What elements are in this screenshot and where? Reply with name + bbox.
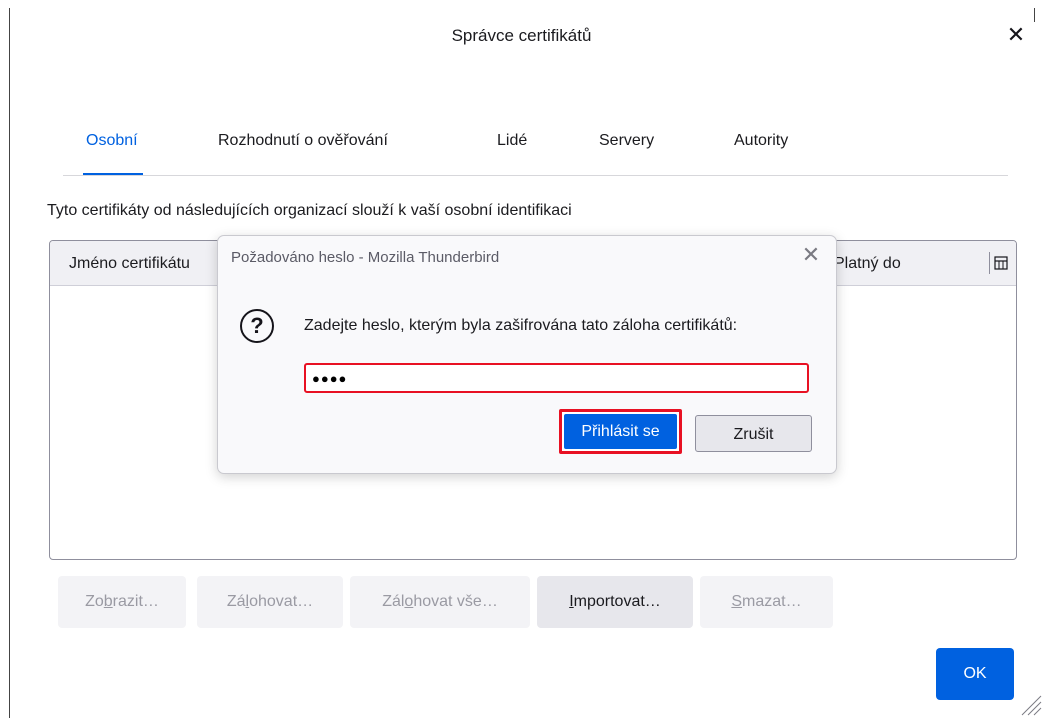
tab-people[interactable]: Lidé — [497, 130, 527, 174]
password-field[interactable]: ●●●● — [304, 363, 809, 393]
ok-button[interactable]: OK — [936, 648, 1014, 700]
cancel-button[interactable]: Zrušit — [695, 415, 812, 452]
column-header-valid-until[interactable]: Platný do — [834, 255, 901, 273]
import-button[interactable]: Importovat… — [537, 576, 693, 628]
delete-button[interactable]: Smazat… — [700, 576, 833, 628]
modal-title: Požadováno heslo - Mozilla Thunderbird — [231, 249, 500, 266]
tab-bar: Osobní Rozhodnutí o ověřování Lidé Serve… — [63, 130, 1008, 176]
column-picker-icon[interactable] — [989, 252, 1012, 274]
tab-personal[interactable]: Osobní — [83, 130, 143, 175]
resize-grip-icon[interactable] — [1016, 690, 1042, 716]
dialog-title: Správce certifikátů — [451, 26, 592, 45]
tab-authentication-decisions[interactable]: Rozhodnutí o ověřování — [218, 130, 388, 174]
question-icon: ? — [240, 309, 274, 343]
tab-authorities[interactable]: Autority — [734, 130, 788, 174]
tab-description: Tyto certifikáty od následujících organi… — [47, 202, 572, 219]
tab-servers[interactable]: Servery — [599, 130, 654, 174]
login-button[interactable]: Přihlásit se — [559, 409, 682, 454]
close-icon[interactable]: ✕ — [1001, 20, 1031, 50]
view-button[interactable]: Zobrazit… — [58, 576, 186, 628]
password-prompt-text: Zadejte heslo, kterým byla zašifrována t… — [304, 317, 738, 334]
window-frame-right — [1034, 8, 1035, 22]
window-frame-left — [9, 8, 10, 718]
modal-close-icon[interactable]: ✕ — [797, 241, 825, 269]
backup-button[interactable]: Zálohovat… — [197, 576, 343, 628]
password-prompt-dialog: Požadováno heslo - Mozilla Thunderbird ✕… — [217, 235, 837, 474]
backup-all-button[interactable]: Zálohovat vše… — [350, 576, 530, 628]
column-header-certificate-name[interactable]: Jméno certifikátu — [69, 255, 190, 273]
